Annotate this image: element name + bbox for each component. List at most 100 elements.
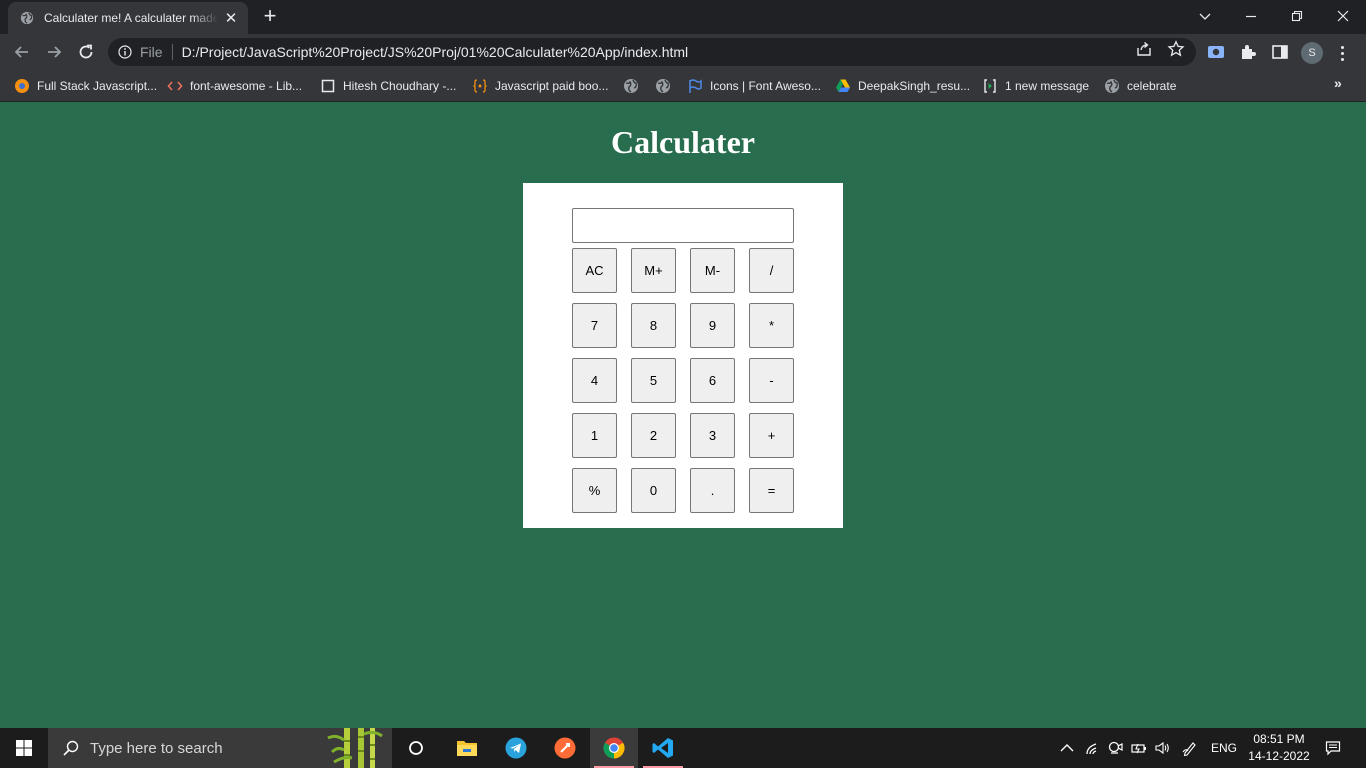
minimize-icon: [1246, 15, 1256, 18]
postman-button[interactable]: [541, 728, 589, 768]
address-bar[interactable]: File D:/Project/JavaScript%20Project/JS%…: [108, 38, 1196, 66]
bookmark-item[interactable]: celebrate: [1104, 76, 1176, 96]
bookmarks-bar: Full Stack Javascript... font-awesome - …: [0, 70, 1366, 102]
show-hidden-icons-button[interactable]: [1058, 728, 1076, 768]
key-percent[interactable]: %: [572, 468, 617, 513]
key-5[interactable]: 5: [631, 358, 676, 403]
browser-tab[interactable]: Calculater me! A calculater made ✕: [8, 2, 248, 34]
pen-icon: [1182, 742, 1196, 756]
notifications-button[interactable]: [1320, 728, 1346, 768]
reload-button[interactable]: [72, 38, 100, 66]
folder-icon: [457, 741, 477, 756]
wifi-icon: [1086, 743, 1097, 755]
chrome-icon: [603, 737, 625, 759]
key-divide[interactable]: /: [749, 248, 794, 293]
new-tab-button[interactable]: +: [258, 5, 282, 29]
bookmark-item[interactable]: Hitesh Choudhary -...: [320, 76, 456, 96]
bookmark-item[interactable]: DeepakSingh_resu...: [835, 76, 970, 96]
key-ac[interactable]: AC: [572, 248, 617, 293]
telegram-button[interactable]: [492, 728, 540, 768]
search-icon: [63, 740, 79, 756]
close-window-button[interactable]: [1320, 0, 1366, 32]
taskbar-search-box[interactable]: Type here to search: [48, 728, 392, 768]
info-icon[interactable]: [118, 45, 132, 59]
bookmark-item[interactable]: font-awesome - Lib...: [167, 76, 302, 96]
key-7[interactable]: 7: [572, 303, 617, 348]
url-scheme-label: File: [140, 44, 163, 60]
windows-start-icon[interactable]: [16, 740, 32, 756]
file-explorer-button[interactable]: [443, 728, 491, 768]
bookmark-star-icon[interactable]: [1167, 40, 1185, 58]
bookmark-label: DeepakSingh_resu...: [858, 79, 971, 93]
vscode-icon: [652, 738, 673, 758]
braces-icon: [472, 78, 488, 94]
key-9[interactable]: 9: [690, 303, 735, 348]
url-text[interactable]: D:/Project/JavaScript%20Project/JS%20Pro…: [182, 44, 689, 60]
pen-workspace-button[interactable]: [1180, 728, 1200, 768]
key-m-plus[interactable]: M+: [631, 248, 676, 293]
task-view-button[interactable]: [392, 728, 440, 768]
key-equals[interactable]: =: [749, 468, 794, 513]
battery-charging-icon: [1131, 743, 1146, 754]
bookmark-label: Icons | Font Aweso...: [710, 79, 821, 93]
key-6[interactable]: 6: [690, 358, 735, 403]
tab-search-button[interactable]: [1182, 0, 1228, 32]
key-4[interactable]: 4: [572, 358, 617, 403]
key-0[interactable]: 0: [631, 468, 676, 513]
bookmark-item[interactable]: Full Stack Javascript...: [14, 76, 157, 96]
bookmark-label: font-awesome - Lib...: [190, 79, 303, 93]
clock-time: 08:51 PM: [1253, 732, 1305, 746]
key-1[interactable]: 1: [572, 413, 617, 458]
battery-button[interactable]: [1130, 728, 1148, 768]
page-title: Calculater: [611, 124, 755, 160]
key-add[interactable]: +: [749, 413, 794, 458]
restore-button[interactable]: [1274, 0, 1320, 32]
input-language[interactable]: ENG: [1211, 741, 1237, 755]
chrome-button[interactable]: [590, 728, 638, 768]
key-decimal[interactable]: .: [690, 468, 735, 513]
side-panel-icon[interactable]: [1271, 43, 1289, 61]
screen-capture-extension-icon[interactable]: [1207, 43, 1225, 61]
key-3[interactable]: 3: [690, 413, 735, 458]
tab-close-icon[interactable]: ✕: [222, 9, 240, 27]
windows-taskbar: Type here to search ENG 08:51 PM 14-12-2…: [0, 728, 1366, 768]
taskbar-clock[interactable]: 08:51 PM 14-12-2022: [1244, 731, 1314, 765]
forward-button[interactable]: [40, 38, 68, 66]
square-outline-icon: [320, 78, 336, 94]
key-8[interactable]: 8: [631, 303, 676, 348]
bookmark-label: Javascript paid boo...: [495, 79, 609, 93]
chevron-up-icon: [1060, 744, 1074, 752]
key-subtract[interactable]: -: [749, 358, 794, 403]
clock-date: 14-12-2022: [1248, 749, 1310, 763]
vscode-button[interactable]: [639, 728, 687, 768]
extensions-puzzle-icon[interactable]: [1239, 43, 1257, 61]
profile-avatar[interactable]: S: [1301, 42, 1323, 64]
chevron-down-icon: [1199, 13, 1211, 20]
back-button[interactable]: [8, 38, 36, 66]
minimize-button[interactable]: [1228, 0, 1274, 32]
volume-button[interactable]: [1153, 728, 1171, 768]
bookmark-item[interactable]: Javascript paid boo...: [472, 76, 608, 96]
share-icon[interactable]: [1135, 40, 1153, 58]
key-m-minus[interactable]: M-: [690, 248, 735, 293]
search-placeholder: Type here to search: [90, 739, 223, 757]
key-2[interactable]: 2: [631, 413, 676, 458]
bookmark-label: 1 new message: [1005, 79, 1090, 93]
bookmark-item[interactable]: [623, 76, 646, 96]
meet-now-button[interactable]: [1106, 728, 1124, 768]
bracket-message-icon: [982, 78, 998, 94]
bookmark-item[interactable]: 1 new message: [982, 76, 1089, 96]
flag-icon: [687, 78, 703, 94]
network-button[interactable]: [1083, 728, 1101, 768]
task-view-icon: [409, 741, 423, 755]
postman-icon: [554, 737, 576, 759]
chrome-menu-icon[interactable]: [1336, 42, 1348, 64]
tab-strip: Calculater me! A calculater made ✕ +: [0, 0, 1366, 34]
bookmark-item[interactable]: Icons | Font Aweso...: [687, 76, 821, 96]
more-bookmarks-icon[interactable]: »: [1334, 75, 1342, 91]
calculator-display[interactable]: [572, 208, 794, 243]
bookmark-item[interactable]: [655, 76, 678, 96]
arrow-left-icon: [14, 46, 28, 58]
key-multiply[interactable]: *: [749, 303, 794, 348]
reload-icon: [79, 44, 93, 59]
